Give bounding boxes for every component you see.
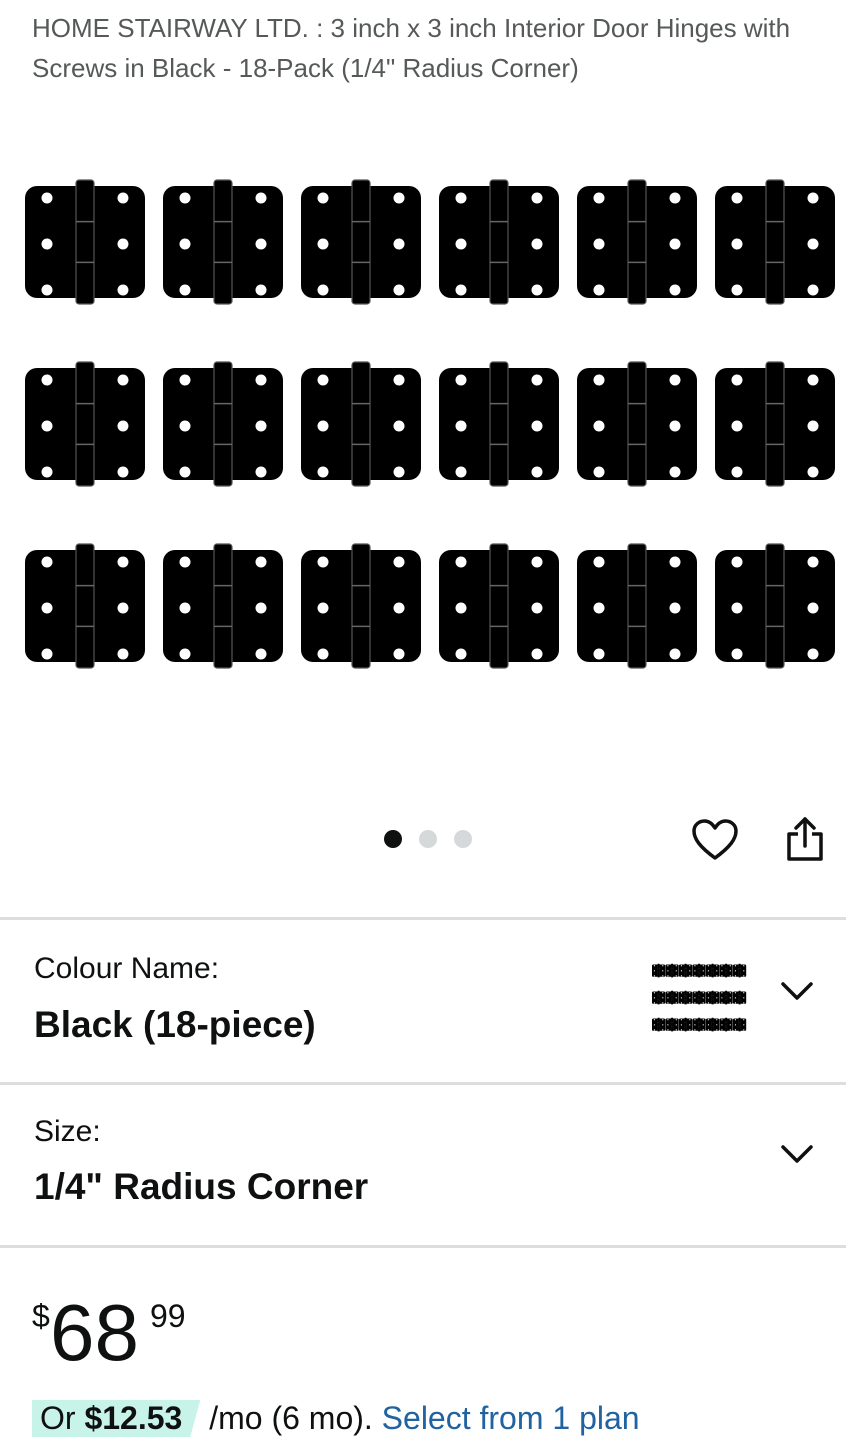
chevron-down-icon[interactable] — [778, 1135, 816, 1173]
hinge-thumbnail — [652, 990, 666, 1005]
hinge-thumbnail — [679, 963, 693, 978]
hinge-image — [163, 361, 283, 487]
hinge-thumbnail — [692, 990, 706, 1005]
hinge-image — [439, 543, 559, 669]
share-icon — [787, 817, 823, 861]
installment-prefix: Or — [40, 1400, 85, 1436]
hinge-image — [577, 179, 697, 305]
colour-value: Black (18-piece) — [34, 1004, 316, 1045]
hinge-image — [577, 543, 697, 669]
hinge-image — [715, 361, 835, 487]
size-selector[interactable]: Size: 1/4" Radius Corner — [0, 1085, 846, 1245]
hinge-image — [301, 179, 421, 305]
hinge-image — [25, 361, 145, 487]
hinge-thumbnail — [719, 990, 733, 1005]
hinge-image — [163, 179, 283, 305]
product-image-gallery[interactable] — [0, 150, 846, 710]
hinge-thumbnail — [665, 1017, 679, 1032]
price-currency-symbol: $ — [32, 1298, 50, 1334]
product-title: HOME STAIRWAY LTD. : 3 inch x 3 inch Int… — [32, 13, 791, 83]
share-button[interactable] — [780, 814, 830, 864]
installment-suffix: /mo (6 mo). — [200, 1400, 382, 1436]
select-plan-link[interactable]: Select from 1 plan — [382, 1400, 640, 1436]
hinge-image — [163, 543, 283, 669]
hinge-image — [715, 179, 835, 305]
hinge-thumbnail — [733, 963, 747, 978]
heart-icon — [692, 819, 738, 860]
hinge-thumbnail — [652, 1017, 666, 1032]
hinge-thumbnail — [706, 1017, 720, 1032]
installment-badge: Or $12.53 — [32, 1400, 201, 1437]
hinge-thumbnail — [733, 1017, 747, 1032]
size-value: 1/4" Radius Corner — [34, 1166, 369, 1207]
price-fraction: 99 — [150, 1298, 186, 1334]
hinge-image — [715, 543, 835, 669]
hinge-thumbnail — [692, 1017, 706, 1032]
hinge-thumbnail — [679, 1017, 693, 1032]
hinge-image — [25, 179, 145, 305]
hinge-image — [301, 543, 421, 669]
product-image[interactable] — [0, 150, 846, 710]
colour-swatch-thumbnail[interactable] — [650, 962, 748, 1040]
hinge-thumbnail — [733, 990, 747, 1005]
pagination-dot-2[interactable] — [419, 830, 437, 848]
image-pagination — [384, 830, 472, 848]
hinge-image — [439, 179, 559, 305]
colour-label: Colour Name: — [34, 952, 220, 985]
pagination-dot-1[interactable] — [384, 830, 402, 848]
hinge-thumbnail — [652, 963, 666, 978]
divider — [0, 1245, 846, 1248]
pagination-dot-3[interactable] — [454, 830, 472, 848]
hinge-thumbnail — [679, 990, 693, 1005]
hinge-thumbnail — [665, 963, 679, 978]
hinge-image — [439, 361, 559, 487]
hinge-image — [25, 543, 145, 669]
hinge-thumbnail — [719, 963, 733, 978]
chevron-down-icon[interactable] — [778, 972, 816, 1010]
hinge-thumbnail — [706, 963, 720, 978]
price-whole: 68 — [50, 1288, 139, 1377]
hinge-image — [301, 361, 421, 487]
wishlist-button[interactable] — [690, 815, 740, 865]
hinge-thumbnail — [719, 1017, 733, 1032]
installment-amount: $12.53 — [84, 1400, 183, 1436]
hinge-image — [577, 361, 697, 487]
size-label: Size: — [34, 1115, 101, 1148]
hinge-thumbnail — [706, 990, 720, 1005]
hinge-thumbnail — [665, 990, 679, 1005]
hinge-thumbnail — [692, 963, 706, 978]
installment-offer: Or $12.53 /mo (6 mo). Select from 1 plan — [32, 1400, 640, 1437]
